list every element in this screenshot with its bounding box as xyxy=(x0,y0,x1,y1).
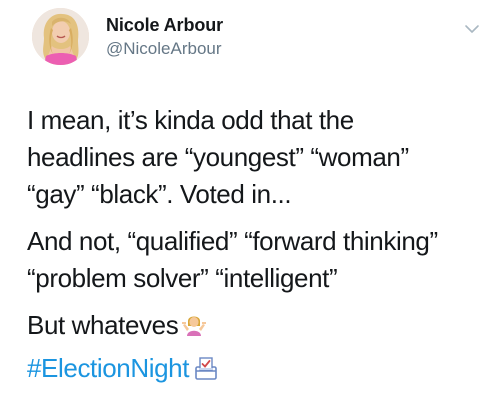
tweet-paragraph: I mean, it’s kinda odd that the headline… xyxy=(27,102,487,213)
tweet-text: I mean, it’s kinda odd that the headline… xyxy=(27,102,487,391)
tweet-paragraph: But whateves xyxy=(27,307,487,348)
tweet-line: But whateves xyxy=(27,310,179,340)
tweet-card: Nicole Arbour @NicoleArbour I mean, it’s… xyxy=(0,0,500,418)
hashtag-link[interactable]: #ElectionNight xyxy=(27,353,189,383)
ballot-box-emoji-icon xyxy=(193,354,219,391)
tweet-line: headlines are “youngest” “woman” xyxy=(27,142,409,172)
tweet-line: “problem solver” “intelligent” xyxy=(27,263,338,293)
chevron-down-icon[interactable] xyxy=(464,21,480,37)
avatar[interactable] xyxy=(32,8,89,65)
tweet-line: “gay” “black”. Voted in... xyxy=(27,179,292,209)
display-name[interactable]: Nicole Arbour xyxy=(106,13,223,37)
person-shrugging-emoji-icon xyxy=(182,311,207,348)
tweet-paragraph: #ElectionNight xyxy=(27,350,487,391)
tweet-line-with-emoji: #ElectionNight xyxy=(27,350,487,391)
tweet-header: Nicole Arbour @NicoleArbour xyxy=(106,13,223,60)
tweet-line: I mean, it’s kinda odd that the xyxy=(27,105,354,135)
tweet-paragraph: And not, “qualified” “forward thinking” … xyxy=(27,223,487,297)
tweet-line: And not, “qualified” “forward thinking” xyxy=(27,226,438,256)
user-handle[interactable]: @NicoleArbour xyxy=(106,38,223,60)
tweet-line-with-emoji: But whateves xyxy=(27,307,487,348)
